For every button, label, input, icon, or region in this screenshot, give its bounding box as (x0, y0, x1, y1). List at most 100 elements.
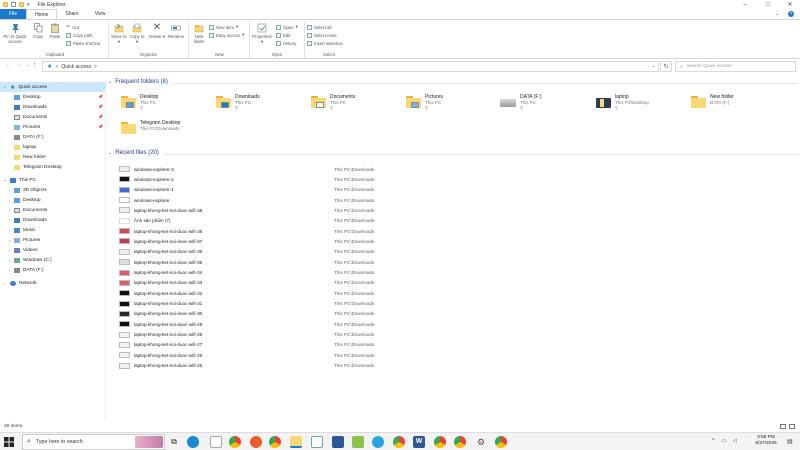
telegram-icon[interactable] (372, 436, 384, 448)
expand-chevron-icon[interactable]: › (9, 208, 11, 213)
refresh-button[interactable]: ↻ (660, 61, 672, 72)
nav-pinned-item[interactable]: Documents 📌 (0, 112, 106, 122)
frequent-folder-tile[interactable]: Telegram Desktop This PC\Downloads (121, 120, 213, 144)
frequent-folder-tile[interactable]: laptop This PC\Desktop ⚲ (596, 94, 688, 118)
expand-chevron-icon[interactable]: › (9, 198, 11, 203)
pinned-icon[interactable]: 📌 (98, 124, 103, 129)
address-dropdown-icon[interactable]: ⌄ (648, 61, 659, 72)
recent-files-header[interactable]: ⌄ Recent files (20) (108, 150, 798, 156)
copy-path-button[interactable]: Copy path (66, 32, 93, 38)
new-folder-button[interactable]: New folder (191, 23, 207, 44)
nav-recent-item[interactable]: New folder (0, 152, 106, 162)
app-icon-dark[interactable] (332, 436, 344, 448)
word-icon[interactable]: W (413, 436, 425, 448)
help-icon[interactable]: ? (788, 11, 794, 17)
history-button[interactable]: History (276, 40, 296, 46)
recent-file-row[interactable]: laptop-khong-ket-noi-duoc-wifi-32 This PC… (119, 288, 799, 298)
task-view-icon[interactable]: ⧉ (168, 436, 180, 448)
pinned-icon[interactable]: 📌 (98, 104, 103, 109)
qat-dropdown-icon[interactable]: ▾ (27, 2, 30, 8)
maximize-button[interactable]: □ (758, 0, 778, 9)
tab-view[interactable]: View (87, 9, 114, 19)
nav-this-pc[interactable]: ⌄ This PC (0, 175, 106, 185)
copy-button[interactable]: Copy (31, 23, 45, 39)
forward-arrow-icon[interactable]: → (16, 62, 22, 68)
nav-pinned-item[interactable]: Pictures 📌 (0, 122, 106, 132)
windows-start-icon[interactable] (4, 437, 14, 447)
rename-button[interactable]: Rename (167, 23, 185, 39)
nav-pc-item[interactable]: › Music (0, 225, 106, 235)
select-none-button[interactable]: Select none (307, 32, 337, 38)
expand-chevron-icon[interactable]: › (9, 268, 11, 273)
back-arrow-icon[interactable]: ← (5, 62, 11, 68)
nav-recent-item[interactable]: Telegram Desktop (0, 162, 106, 172)
paste-shortcut-button[interactable]: Paste shortcut (66, 40, 100, 46)
recent-file-row[interactable]: laptop-khong-ket-noi-duoc-wifi-38 This PC… (119, 226, 799, 236)
collapse-chevron-icon[interactable]: ⌄ (108, 79, 112, 85)
nav-quick-access[interactable]: ⌄ ★ Quick access (0, 82, 106, 92)
minimize-button[interactable]: – (735, 0, 755, 9)
notes-app-icon[interactable] (210, 436, 222, 448)
nav-recent-item[interactable]: DATA (F:) (0, 132, 106, 142)
recent-file-row[interactable]: laptop-khong-ket-noi-duoc-wifi-31 This PC… (119, 299, 799, 309)
recent-file-row[interactable]: windows-explorer-1 This PC\Downloads (119, 185, 799, 195)
nav-pc-item[interactable]: › Pictures (0, 235, 106, 245)
delete-button[interactable]: ✕ Delete ▾ (149, 23, 165, 40)
frequent-folder-tile[interactable]: New folder DATA (F:) (691, 94, 783, 118)
expand-chevron-icon[interactable]: › (9, 188, 11, 193)
frequent-folder-tile[interactable]: DATA (F:) This PC ⚲ (500, 94, 592, 118)
recent-file-row[interactable]: Ảnh sản phẩm (7) This PC\Downloads (119, 216, 799, 226)
pinned-icon[interactable]: 📌 (98, 94, 103, 99)
expand-chevron-icon[interactable]: › (9, 228, 11, 233)
paste-button[interactable]: Paste (48, 23, 62, 39)
recent-file-row[interactable]: laptop-khong-ket-noi-duoc-wifi-36 This PC… (119, 247, 799, 257)
recent-file-row[interactable]: windows-explorer-3 This PC\Downloads (119, 164, 799, 174)
recent-file-row[interactable]: laptop-khong-ket-noi-duoc-wifi-28 This PC… (119, 330, 799, 340)
breadcrumb-quick-access[interactable]: Quick access (61, 64, 91, 70)
settings-gear-icon[interactable]: ⚙ (475, 436, 487, 448)
address-bar[interactable]: ★ > Quick access > (42, 61, 659, 72)
new-folder-qat-icon[interactable] (19, 2, 24, 7)
search-input[interactable]: ⌕ Search Quick access (675, 61, 796, 72)
edit-button[interactable]: Edit (276, 32, 290, 38)
app-icon-orange[interactable] (250, 436, 262, 448)
recent-file-row[interactable]: laptop-khong-ket-noi-duoc-wifi-27 This PC… (119, 340, 799, 350)
move-to-button[interactable]: Move to ▾ (111, 23, 127, 44)
invert-selection-button[interactable]: Invert selection (307, 40, 343, 46)
pin-quick-access-button[interactable]: Pin to Quick access (2, 23, 28, 44)
nav-pc-item[interactable]: › Downloads (0, 215, 106, 225)
easy-access-button[interactable]: Easy access ▾ (209, 32, 244, 38)
chrome-icon[interactable] (434, 436, 446, 448)
expand-chevron-icon[interactable]: ⌄ (3, 177, 7, 183)
details-view-icon[interactable] (780, 424, 786, 429)
edge-icon[interactable] (187, 436, 199, 448)
recent-file-row[interactable]: laptop-khong-ket-noi-duoc-wifi-38 This PC… (119, 205, 799, 215)
nav-pc-item[interactable]: › 3D Objects (0, 185, 106, 195)
chrome-icon[interactable] (454, 436, 466, 448)
frequent-folder-tile[interactable]: Downloads This PC ⚲ (216, 94, 308, 118)
properties-qat-icon[interactable] (11, 2, 16, 7)
expand-chevron-icon[interactable]: › (9, 218, 11, 223)
nav-pc-item[interactable]: › Videos (0, 245, 106, 255)
frequent-folders-header[interactable]: ⌄ Frequent folders (8) (108, 79, 798, 85)
file-explorer-icon[interactable] (290, 436, 302, 448)
tab-share[interactable]: Share (57, 9, 86, 19)
nav-network[interactable]: › Network (0, 278, 106, 288)
chrome-icon[interactable] (495, 436, 507, 448)
chrome-icon[interactable] (269, 436, 281, 448)
recent-locations-icon[interactable]: ⌄ (26, 62, 30, 68)
collapse-chevron-icon[interactable]: ⌄ (108, 150, 112, 156)
new-item-button[interactable]: New item ▾ (209, 24, 238, 30)
nav-pinned-item[interactable]: Desktop 📌 (0, 92, 106, 102)
volume-icon[interactable]: ◁ (733, 438, 737, 444)
recent-file-row[interactable]: laptop-khong-ket-noi-duoc-wifi-29 This PC… (119, 319, 799, 329)
nav-pc-item[interactable]: › Windows (C:) (0, 255, 106, 265)
recent-file-row[interactable]: laptop-khong-ket-noi-duoc-wifi-25 This PC… (119, 361, 799, 371)
nav-pc-item[interactable]: › Documents (0, 205, 106, 215)
app-icon-green[interactable] (352, 436, 364, 448)
chrome-icon[interactable] (393, 436, 405, 448)
properties-button[interactable]: Properties ▾ (252, 23, 272, 44)
recent-file-row[interactable]: laptop-khong-ket-noi-duoc-wifi-34 This PC… (119, 268, 799, 278)
clock[interactable]: 3:56 PM 6/27/2026 (750, 435, 782, 447)
up-arrow-icon[interactable]: ↑ (33, 62, 36, 68)
